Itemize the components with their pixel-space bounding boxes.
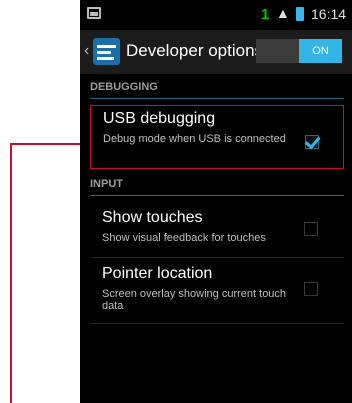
annotation-callout-line-vertical — [10, 143, 12, 403]
pointer-location-checkbox[interactable] — [304, 282, 318, 296]
clock: 16:14 — [311, 6, 347, 22]
item-divider — [90, 257, 344, 258]
status-bar: 1 ▲ 16:14 — [80, 0, 352, 30]
usb-debugging-checkbox[interactable] — [304, 132, 321, 150]
app-icon-bar — [97, 51, 111, 54]
toggle-on-label: ON — [299, 39, 342, 63]
item-divider — [90, 323, 344, 324]
signal-icon: ▲ — [276, 5, 290, 21]
app-icon-bar — [97, 45, 116, 48]
annotation-callout-line-horizontal — [10, 143, 90, 145]
show-touches-checkbox[interactable] — [304, 222, 318, 236]
back-caret-icon[interactable]: ‹ — [84, 42, 89, 60]
list-item-show-touches[interactable]: Show touches Show visual feedback for to… — [90, 205, 344, 255]
item-summary: Debug mode when USB is connected — [103, 133, 286, 145]
section-header-input: INPUT — [90, 178, 123, 190]
item-summary: Show visual feedback for touches — [102, 232, 266, 244]
battery-icon — [296, 7, 304, 21]
item-summary: Screen overlay showing current touch dat… — [102, 288, 287, 312]
developer-options-toggle[interactable]: ON — [256, 39, 342, 63]
gallery-notification-icon — [87, 7, 101, 19]
item-title: Show touches — [102, 209, 203, 226]
notification-badge: 1 — [261, 6, 270, 23]
list-item-usb-debugging[interactable]: USB debugging Debug mode when USB is con… — [90, 105, 344, 169]
item-title: Pointer location — [102, 265, 213, 282]
list-item-pointer-location[interactable]: Pointer location Screen overlay showing … — [90, 262, 344, 322]
page-title: Developer options — [126, 41, 264, 60]
settings-app-icon[interactable] — [93, 38, 120, 65]
phone-screen: 1 ▲ 16:14 ‹ Developer options ON DEBUGGI… — [80, 0, 352, 403]
checkmark-icon — [304, 132, 321, 150]
section-header-debugging: DEBUGGING — [90, 81, 158, 93]
section-divider — [90, 98, 344, 99]
app-icon-bar — [97, 57, 114, 60]
item-title: USB debugging — [103, 110, 216, 127]
section-divider — [90, 195, 344, 196]
action-bar: ‹ Developer options ON — [80, 30, 352, 74]
